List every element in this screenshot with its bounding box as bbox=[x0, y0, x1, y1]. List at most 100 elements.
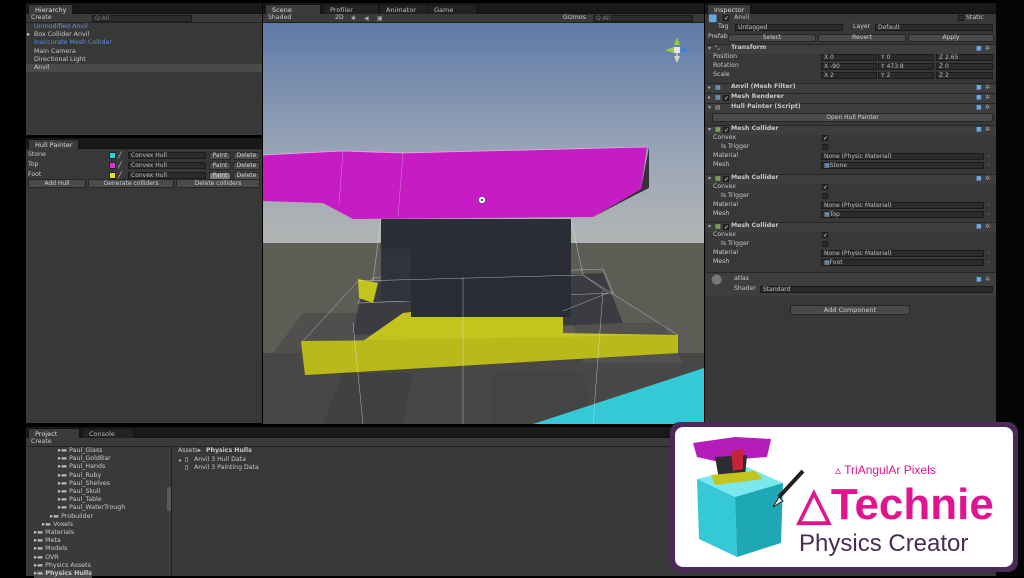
tag-dropdown[interactable]: Untagged bbox=[735, 24, 843, 31]
hierarchy-item[interactable]: ▸ Box Collider Anvil bbox=[26, 31, 262, 39]
mesh-renderer-help-icon[interactable]: ■ bbox=[976, 94, 982, 101]
position-z-field[interactable]: Z 2.65 bbox=[936, 54, 993, 61]
layer-dropdown[interactable]: Default bbox=[875, 24, 993, 31]
mesh-collider-gear-icon[interactable]: ✲ bbox=[985, 126, 990, 133]
material-help-icon[interactable]: ■ bbox=[976, 276, 982, 283]
object-picker-icon[interactable]: ◦ bbox=[987, 153, 991, 160]
prefab-apply-button[interactable]: Apply bbox=[908, 34, 994, 42]
hull-type-dropdown[interactable]: Convex Hull bbox=[128, 152, 206, 159]
mesh-filter-gear-icon[interactable]: ✲ bbox=[985, 84, 990, 91]
project-folder[interactable]: ▸▬ Physics Hulls bbox=[34, 570, 92, 578]
tab-game[interactable]: Game bbox=[427, 4, 477, 14]
rotation-y-field[interactable]: Y 473.8 bbox=[878, 63, 934, 70]
mesh-renderer-fold-icon[interactable]: ▸ bbox=[708, 94, 711, 101]
mesh-collider-gear-icon[interactable]: ✲ bbox=[985, 175, 990, 182]
mesh-collider-enabled-checkbox[interactable]: ✓ bbox=[723, 176, 729, 183]
mesh-field[interactable]: ▦Stone bbox=[821, 162, 984, 169]
tab-hierarchy[interactable]: Hierarchy bbox=[28, 4, 74, 14]
project-tree-scrollbar[interactable] bbox=[167, 487, 171, 511]
object-picker-icon[interactable]: ◦ bbox=[987, 250, 991, 257]
transform-gear-icon[interactable]: ✲ bbox=[985, 45, 990, 52]
hierarchy-search-input[interactable]: Q·All bbox=[92, 15, 192, 22]
mesh-collider-help-icon[interactable]: ■ bbox=[976, 175, 982, 182]
scale-z-field[interactable]: Z 2 bbox=[936, 72, 993, 79]
rotation-z-field[interactable]: Z 0 bbox=[936, 63, 993, 70]
project-folder[interactable]: ▸▬ Physics Assets bbox=[34, 562, 91, 570]
material-gear-icon[interactable]: ✲ bbox=[985, 276, 990, 283]
tab-scene[interactable]: Scene bbox=[265, 4, 321, 14]
mesh-renderer-enabled-checkbox[interactable]: ✓ bbox=[723, 95, 729, 102]
object-picker-icon[interactable]: ◦ bbox=[987, 162, 991, 169]
project-folder[interactable]: ▸▬ Paul_Skull bbox=[58, 488, 100, 496]
hull-type-dropdown[interactable]: Convex Hull bbox=[128, 162, 206, 169]
gizmos-dropdown[interactable]: Gizmos bbox=[563, 14, 586, 22]
hierarchy-item[interactable]: Directional Light bbox=[26, 56, 262, 64]
tab-profiler[interactable]: Profiler bbox=[323, 4, 379, 14]
mesh-collider-enabled-checkbox[interactable]: ✓ bbox=[723, 224, 729, 231]
project-folder[interactable]: ▸▬ Paul_Table bbox=[58, 496, 102, 504]
mesh-filter-help-icon[interactable]: ■ bbox=[976, 84, 982, 91]
open-hull-painter-button[interactable]: Open Hull Painter bbox=[712, 113, 993, 122]
scale-x-field[interactable]: X 2 bbox=[821, 72, 877, 79]
add-component-button[interactable]: Add Component bbox=[790, 305, 910, 315]
project-folder[interactable]: ▸▬ Paul_Hands bbox=[58, 463, 105, 471]
gameobject-active-checkbox[interactable]: ✓ bbox=[723, 15, 729, 22]
project-folder[interactable]: ▸▬ OVR bbox=[34, 554, 59, 562]
hull-delete-button[interactable]: Delete bbox=[233, 152, 260, 160]
rotation-x-field[interactable]: X -90 bbox=[821, 63, 877, 70]
mesh-collider-help-icon[interactable]: ■ bbox=[976, 126, 982, 133]
position-x-field[interactable]: X 0 bbox=[821, 54, 877, 61]
mesh-field[interactable]: ▦Top bbox=[821, 211, 984, 218]
mesh-collider-enabled-checkbox[interactable]: ✓ bbox=[723, 127, 729, 134]
mesh-collider-help-icon[interactable]: ■ bbox=[976, 223, 982, 230]
hull-painter-script-fold-icon[interactable]: ▾ bbox=[708, 104, 711, 111]
pivot-gizmo[interactable] bbox=[478, 196, 486, 204]
tab-animator[interactable]: Animator bbox=[379, 4, 433, 14]
scene-viewport[interactable] bbox=[263, 23, 704, 424]
hull-painter-script-help-icon[interactable]: ■ bbox=[976, 104, 982, 111]
mesh-filter-fold-icon[interactable]: ▸ bbox=[708, 84, 711, 91]
position-y-field[interactable]: Y 0 bbox=[878, 54, 934, 61]
mesh-collider-fold-icon[interactable]: ▾ bbox=[708, 175, 711, 182]
object-picker-icon[interactable]: ◦ bbox=[987, 259, 991, 266]
scale-y-field[interactable]: Y 2 bbox=[878, 72, 934, 79]
transform-fold-icon[interactable]: ▾ bbox=[708, 45, 711, 52]
hull-name[interactable]: Top bbox=[28, 161, 38, 169]
physic-material-field[interactable]: None (Physic Material) bbox=[821, 202, 984, 209]
mesh-collider-gear-icon[interactable]: ✲ bbox=[985, 223, 990, 230]
hull-name[interactable]: Foot bbox=[28, 171, 41, 179]
convex-checkbox[interactable]: ✓ bbox=[822, 184, 828, 191]
audio-toggle-icon[interactable]: ◀ bbox=[364, 15, 369, 22]
mesh-collider-fold-icon[interactable]: ▾ bbox=[708, 223, 711, 230]
project-folder[interactable]: ▸▬ Probuilder bbox=[50, 513, 93, 521]
scene-search-input[interactable]: Q·All bbox=[593, 15, 693, 22]
tab-hull-painter[interactable]: Hull Painter bbox=[28, 139, 80, 149]
tab-project[interactable]: Project bbox=[28, 428, 80, 438]
hull-paint-button[interactable]: Paint bbox=[209, 152, 231, 160]
project-create-button[interactable]: Create bbox=[31, 438, 52, 446]
project-folder[interactable]: ▸▬ Meta bbox=[34, 537, 61, 545]
hull-delete-button[interactable]: Delete bbox=[233, 162, 260, 170]
project-folder[interactable]: ▸▬ Materials bbox=[34, 529, 74, 537]
hull-type-dropdown[interactable]: Convex Hull bbox=[128, 172, 206, 179]
project-folder[interactable]: ▸▬ Paul_WaterTrough bbox=[58, 504, 125, 512]
transform-help-icon[interactable]: ■ bbox=[976, 45, 982, 52]
shading-mode-dropdown[interactable]: Shaded bbox=[268, 14, 291, 22]
project-folder[interactable]: ▸▬ Paul_GoldBar bbox=[58, 455, 111, 463]
project-folder[interactable]: ▸▬ Paul_Ruby bbox=[58, 472, 101, 480]
tab-console[interactable]: Console bbox=[82, 428, 134, 438]
expand-arrow-icon[interactable]: ▸ bbox=[27, 31, 30, 39]
physic-material-field[interactable]: None (Physic Material) bbox=[821, 153, 984, 160]
physic-material-field[interactable]: None (Physic Material) bbox=[821, 250, 984, 257]
hull-painter-script-gear-icon[interactable]: ✲ bbox=[985, 104, 990, 111]
hull-paint-button[interactable]: Paint bbox=[209, 162, 231, 170]
mesh-field[interactable]: ▦Foot bbox=[821, 259, 984, 266]
hull-color-swatch[interactable] bbox=[109, 172, 116, 179]
is-trigger-checkbox[interactable] bbox=[822, 193, 828, 199]
project-folder[interactable]: ▸▬ Models bbox=[34, 545, 67, 553]
mesh-renderer-gear-icon[interactable]: ✲ bbox=[985, 94, 990, 101]
project-folder[interactable]: ▸▬ Paul_Glass bbox=[58, 447, 102, 455]
project-folder[interactable]: ▸▬ Paul_Shelves bbox=[58, 480, 110, 488]
hull-color-swatch[interactable] bbox=[109, 152, 116, 159]
hull-name[interactable]: Stone bbox=[28, 151, 46, 159]
